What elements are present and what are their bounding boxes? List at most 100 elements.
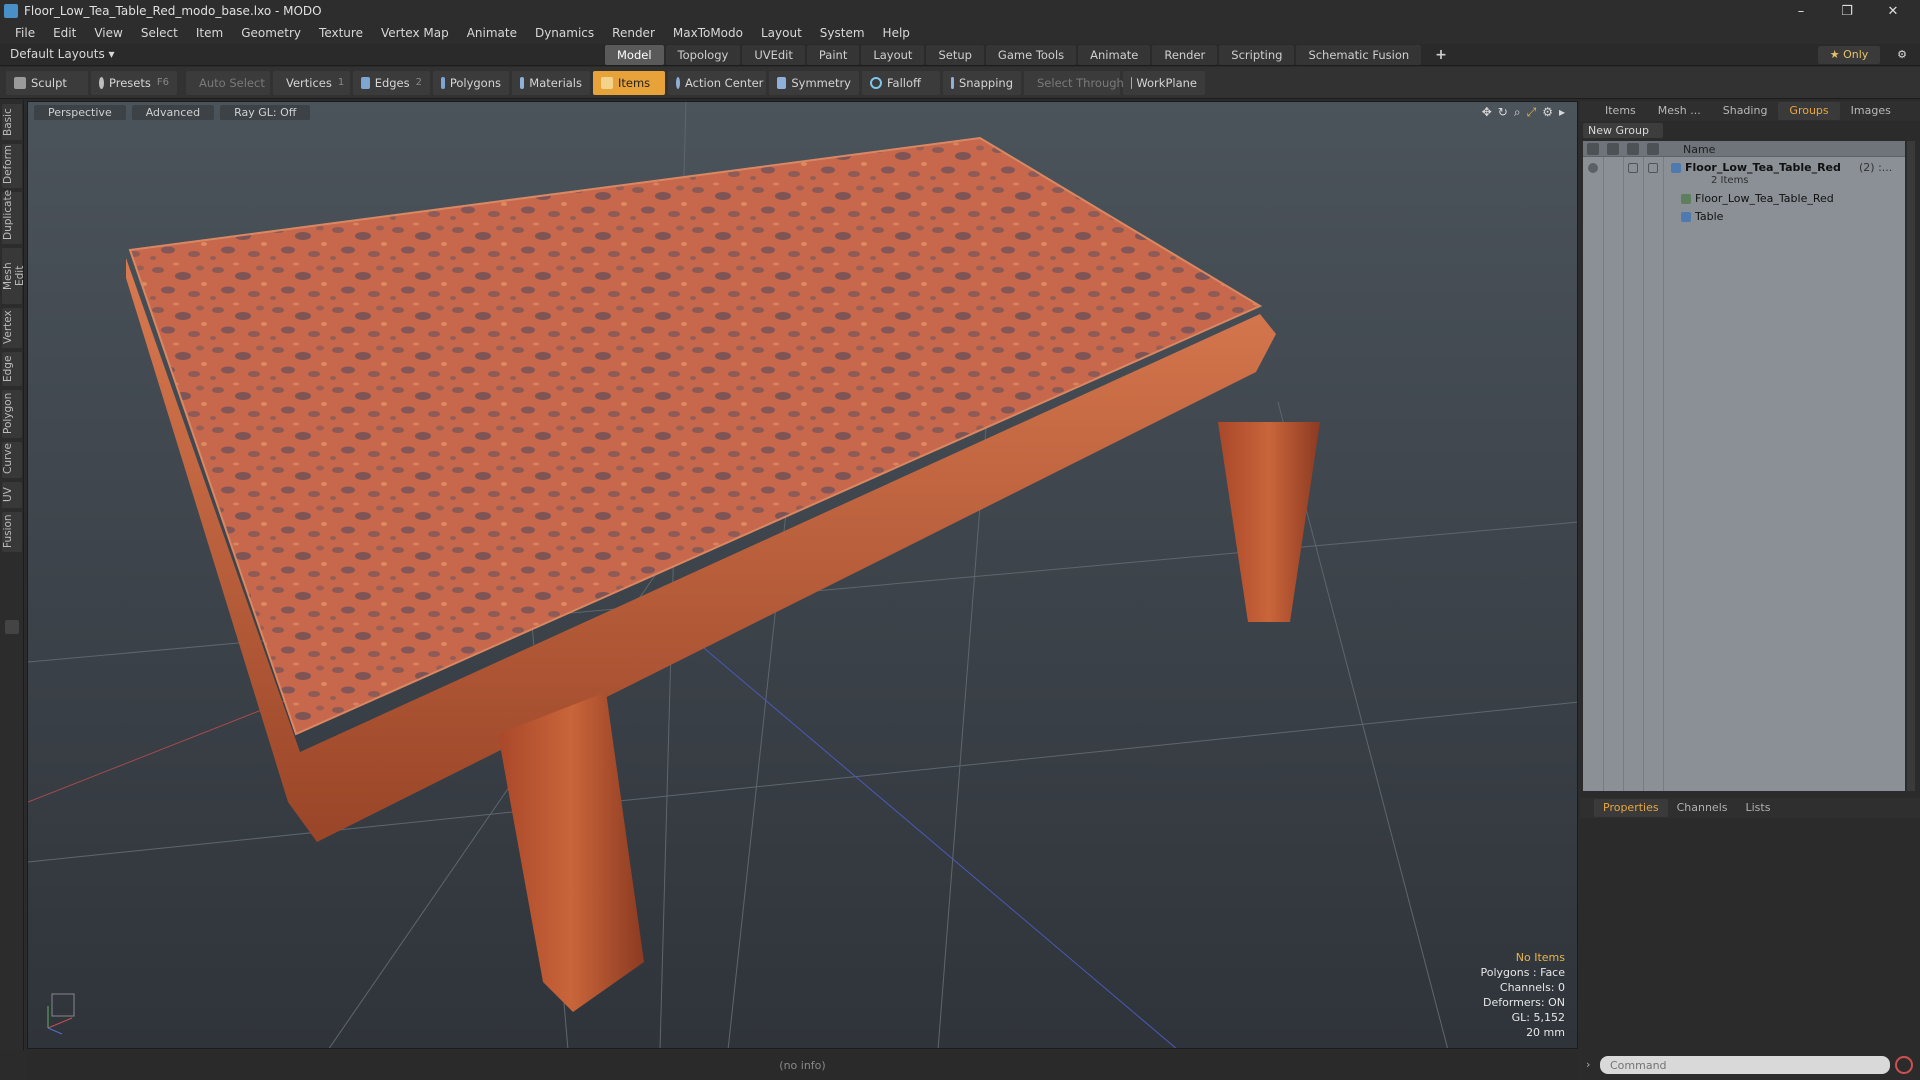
child-item-name: Floor_Low_Tea_Table_Red — [1695, 192, 1834, 205]
tab-properties[interactable]: Properties — [1594, 799, 1668, 817]
menu-animate[interactable]: Animate — [458, 26, 526, 40]
group-child-row[interactable]: Floor_Low_Tea_Table_Red — [1583, 191, 1905, 208]
eye-icon[interactable] — [1588, 163, 1598, 173]
select-through-label: Select Through — [1037, 75, 1124, 90]
table-leg-back-right[interactable] — [1218, 422, 1320, 622]
raygl-button[interactable]: Ray GL: Off — [220, 105, 311, 120]
vtab-polygon[interactable]: Polygon — [2, 390, 22, 438]
menu-view[interactable]: View — [85, 26, 131, 40]
group-child-row[interactable]: Table — [1583, 209, 1905, 226]
polygons-button[interactable]: Polygons — [433, 70, 509, 95]
menu-vertex-map[interactable]: Vertex Map — [372, 26, 458, 40]
fit-icon[interactable]: ⤢ — [1527, 105, 1537, 120]
symmetry-button[interactable]: Symmetry — [769, 70, 859, 95]
add-layout-button[interactable]: + — [1423, 45, 1459, 65]
vertices-shortcut: 1 — [337, 77, 345, 88]
menu-item[interactable]: Item — [187, 26, 232, 40]
menu-help[interactable]: Help — [874, 26, 919, 40]
snapping-button[interactable]: Snapping — [943, 70, 1021, 95]
vtab-curve[interactable]: Curve — [2, 442, 22, 478]
falloff-button[interactable]: Falloff — [862, 70, 940, 95]
tab-game-tools[interactable]: Game Tools — [985, 45, 1077, 65]
pan-icon[interactable]: ✥ — [1482, 105, 1492, 120]
expand-arrow-icon[interactable]: ▸ — [1559, 105, 1565, 120]
window-title: Floor_Low_Tea_Table_Red_modo_base.lxo - … — [24, 4, 322, 18]
close-button[interactable]: ✕ — [1870, 0, 1916, 22]
vtab-mesh-edit[interactable]: Mesh Edit — [2, 248, 26, 304]
command-record-icon[interactable] — [1895, 1056, 1913, 1074]
tab-lists[interactable]: Lists — [1737, 799, 1780, 817]
tab-layout[interactable]: Layout — [861, 45, 925, 65]
zoom-icon[interactable]: ⌕ — [1514, 105, 1521, 120]
lock-column-icon[interactable] — [1627, 143, 1639, 155]
status-bar: (no info) — [27, 1052, 1578, 1080]
menu-select[interactable]: Select — [132, 26, 187, 40]
only-toggle[interactable]: ★ Only — [1818, 46, 1880, 64]
select-column-icon[interactable] — [1647, 143, 1659, 155]
gear-icon[interactable]: ⚙ — [1893, 46, 1911, 64]
auto-select-button[interactable]: Auto Select — [186, 70, 270, 95]
vtab-duplicate[interactable]: Duplicate — [2, 190, 22, 244]
tab-animate[interactable]: Animate — [1078, 45, 1151, 65]
menu-geometry[interactable]: Geometry — [232, 26, 310, 40]
menu-system[interactable]: System — [811, 26, 874, 40]
menu-render[interactable]: Render — [603, 26, 664, 40]
rotate-icon[interactable]: ↻ — [1498, 105, 1508, 120]
layout-selector[interactable]: Default Layouts ▾ — [10, 47, 115, 61]
tab-items[interactable]: Items — [1594, 102, 1647, 120]
groups-scrollbar[interactable] — [1907, 141, 1915, 791]
sculpt-button[interactable]: Sculpt — [6, 70, 88, 95]
3d-viewport[interactable]: Perspective Advanced Ray GL: Off ✥ ↻ ⌕ ⤢… — [27, 101, 1578, 1049]
menu-texture[interactable]: Texture — [310, 26, 372, 40]
shading-advanced-button[interactable]: Advanced — [131, 105, 215, 120]
tab-groups[interactable]: Groups — [1778, 102, 1840, 120]
tab-model[interactable]: Model — [605, 45, 664, 65]
collapse-icon[interactable] — [5, 620, 19, 634]
tab-scripting[interactable]: Scripting — [1219, 45, 1295, 65]
restore-button[interactable]: ❐ — [1824, 0, 1870, 22]
menu-file[interactable]: File — [6, 26, 44, 40]
groups-list[interactable]: Name Floor_Low_Tea_Table_Red (2) :... 2 … — [1583, 141, 1905, 791]
tab-shading[interactable]: Shading — [1712, 102, 1779, 120]
tab-render[interactable]: Render — [1152, 45, 1218, 65]
vtab-uv[interactable]: UV — [2, 482, 22, 508]
edges-button[interactable]: Edges 2 — [353, 70, 430, 95]
action-center-button[interactable]: Action Center — [668, 70, 766, 95]
materials-button[interactable]: Materials — [512, 70, 590, 95]
tab-schematic-fusion[interactable]: Schematic Fusion — [1296, 45, 1422, 65]
tab-channels[interactable]: Channels — [1668, 799, 1737, 817]
name-column-header[interactable]: Name — [1683, 143, 1715, 156]
render-column-icon[interactable] — [1607, 143, 1619, 155]
tab-images[interactable]: Images — [1840, 102, 1902, 120]
new-group-button[interactable]: New Group — [1583, 123, 1663, 138]
minimize-button[interactable]: – — [1778, 0, 1824, 22]
command-input[interactable] — [1600, 1056, 1890, 1074]
tab-mesh[interactable]: Mesh ... — [1647, 102, 1712, 120]
items-button[interactable]: Items — [593, 70, 665, 95]
tab-setup[interactable]: Setup — [926, 45, 984, 65]
table-leg-front-left[interactable] — [498, 692, 644, 1012]
viewport-gear-icon[interactable]: ⚙ — [1542, 105, 1553, 120]
vtab-basic[interactable]: Basic — [2, 104, 22, 140]
vtab-deform[interactable]: Deform — [2, 144, 22, 188]
menu-maxtomodo[interactable]: MaxToModo — [664, 26, 752, 40]
vertices-button[interactable]: Vertices 1 — [273, 70, 350, 95]
vtab-edge[interactable]: Edge — [2, 352, 22, 386]
scene-canvas[interactable] — [28, 102, 1578, 1049]
lock-toggle[interactable] — [1628, 163, 1638, 173]
select-through-button[interactable]: Select Through — [1024, 70, 1124, 95]
menu-dynamics[interactable]: Dynamics — [526, 26, 603, 40]
select-toggle[interactable] — [1648, 163, 1658, 173]
vtab-vertex[interactable]: Vertex — [2, 308, 22, 348]
modo-app-icon — [4, 4, 18, 18]
workplane-button[interactable]: WorkPlane — [1123, 70, 1205, 95]
menu-edit[interactable]: Edit — [44, 26, 85, 40]
menu-layout[interactable]: Layout — [752, 26, 811, 40]
tab-uvedit[interactable]: UVEdit — [742, 45, 805, 65]
presets-button[interactable]: Presets F6 — [91, 70, 177, 95]
vtab-fusion[interactable]: Fusion — [2, 512, 22, 552]
tab-topology[interactable]: Topology — [665, 45, 741, 65]
visibility-column-icon[interactable] — [1587, 143, 1599, 155]
view-perspective-button[interactable]: Perspective — [34, 105, 126, 120]
tab-paint[interactable]: Paint — [806, 45, 860, 65]
